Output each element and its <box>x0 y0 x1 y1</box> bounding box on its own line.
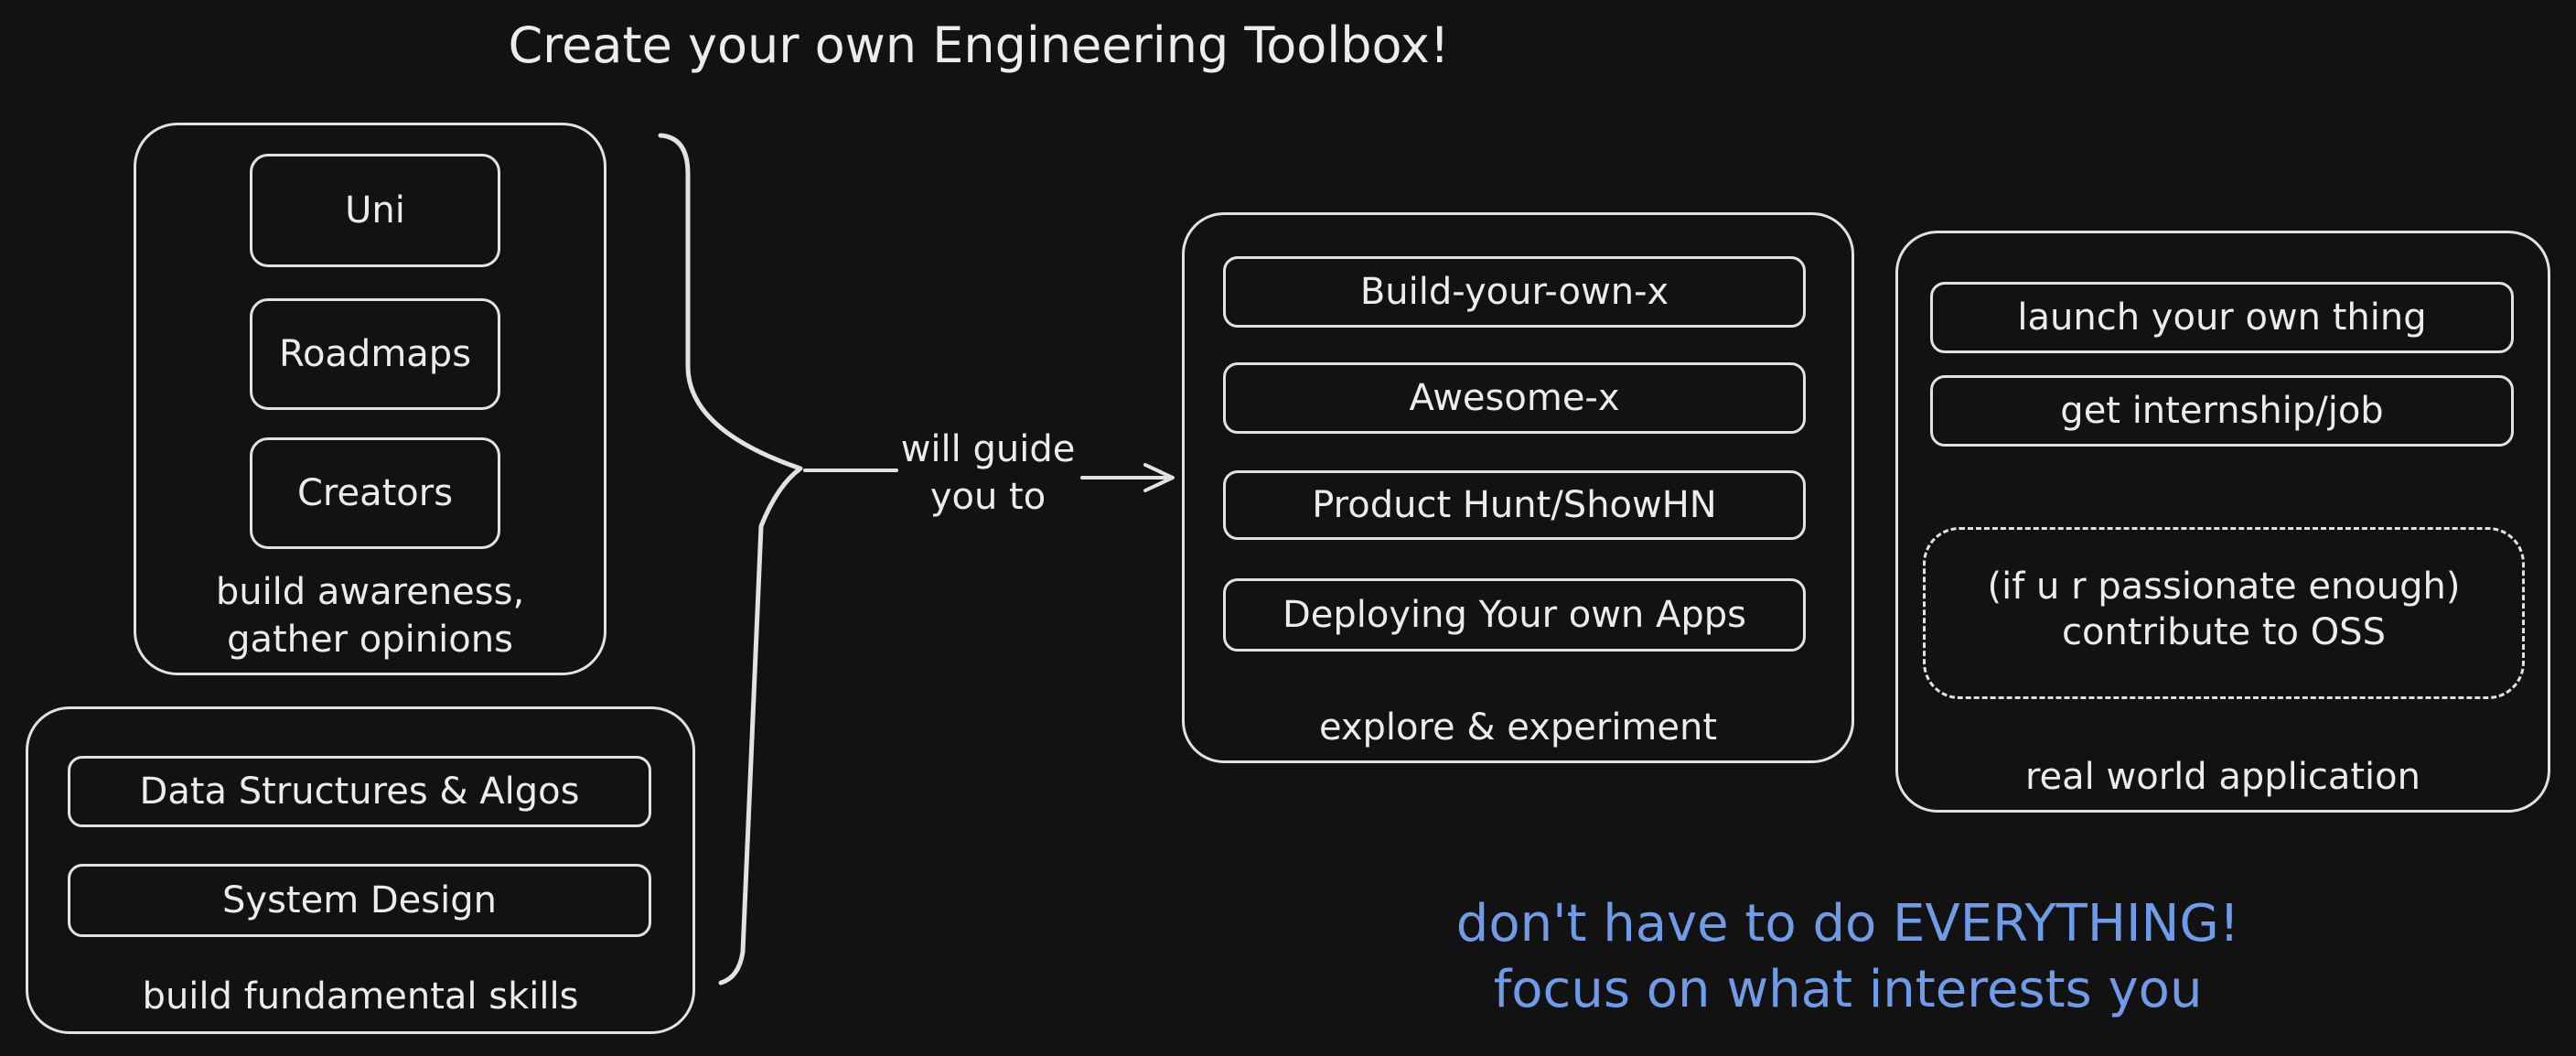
item-awesome-x: Awesome-x <box>1223 362 1806 434</box>
fundamentals-caption: build fundamental skills <box>142 975 579 1018</box>
item-system-design: System Design <box>68 864 651 937</box>
application-caption: real world application <box>2024 756 2420 798</box>
item-product-hunt: Product Hunt/ShowHN <box>1223 470 1806 540</box>
item-uni: Uni <box>250 154 500 267</box>
connector-label-line1: will guide <box>900 428 1076 470</box>
item-creators: Creators <box>250 437 500 549</box>
note-line2: focus on what interests you <box>1493 960 2203 1019</box>
item-internship-job: get internship/job <box>1930 375 2514 447</box>
item-build-your-own-x: Build-your-own-x <box>1223 256 1806 328</box>
note-line1: don't have to do EVERYTHING! <box>1455 894 2240 954</box>
connector-label-line2: you to <box>929 476 1046 518</box>
awareness-caption-line1: build awareness, <box>215 571 525 613</box>
optional-line1: (if u r passionate enough) <box>1987 566 2461 608</box>
item-deploying-apps: Deploying Your own Apps <box>1223 578 1806 652</box>
explore-caption: explore & experiment <box>1318 706 1718 749</box>
item-roadmaps: Roadmaps <box>250 298 500 410</box>
item-launch-your-own: launch your own thing <box>1930 282 2514 353</box>
item-data-structures: Data Structures & Algos <box>68 756 651 827</box>
awareness-caption-line2: gather opinions <box>227 619 513 661</box>
optional-line2: contribute to OSS <box>2062 611 2386 653</box>
